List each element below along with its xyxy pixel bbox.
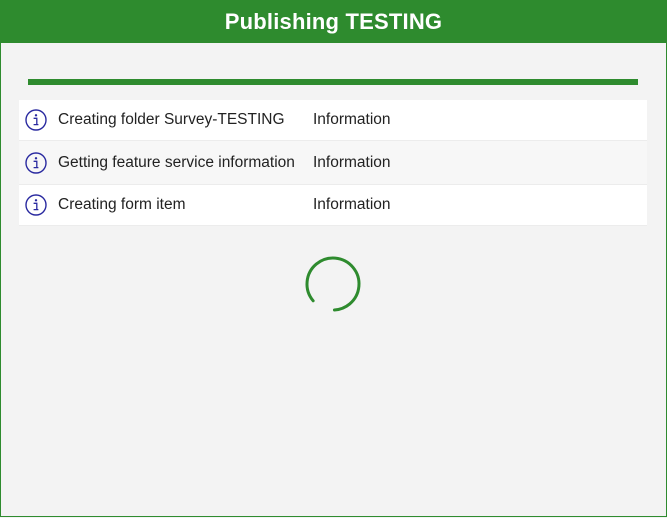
- info-icon: [25, 194, 47, 216]
- info-icon: [25, 151, 47, 174]
- log-message: Creating form item: [58, 196, 186, 213]
- log-list: Creating folder Survey-TESTING Informati…: [19, 100, 647, 226]
- log-message: Creating folder Survey-TESTING: [58, 111, 285, 128]
- log-level: Information: [313, 111, 391, 128]
- log-message: Getting feature service information: [58, 153, 295, 171]
- dialog-title: Publishing TESTING: [224, 8, 443, 34]
- log-row: Creating form item Information: [19, 185, 647, 226]
- dialog-title-bar: Publishing TESTING: [0, 0, 667, 43]
- log-level: Information: [313, 153, 391, 171]
- info-icon: [25, 109, 47, 131]
- spinner-icon: [304, 255, 362, 313]
- log-row: Getting feature service information Info…: [19, 141, 647, 185]
- progress-bar: [28, 79, 638, 85]
- log-level: Information: [313, 196, 391, 213]
- log-row: Creating folder Survey-TESTING Informati…: [19, 100, 647, 141]
